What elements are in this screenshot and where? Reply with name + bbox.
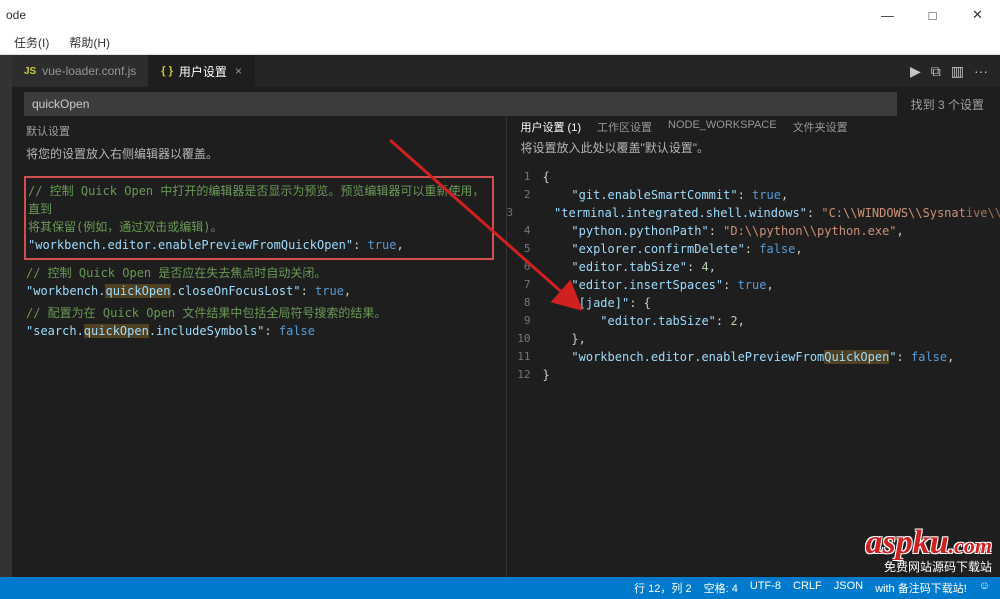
status-extra: with 备注码下载站! xyxy=(875,580,967,596)
user-settings-pane: 用户设置 (1) 工作区设置 NODE_WORKSPACE 文件夹设置 将设置放… xyxy=(507,117,1000,577)
status-language[interactable]: JSON xyxy=(834,580,863,596)
pane-title: 默认设置 xyxy=(12,117,506,145)
line-content: "[jade]": { xyxy=(543,294,1000,312)
tab-close-icon[interactable]: × xyxy=(235,64,242,78)
line-content: "explorer.confirmDelete": false, xyxy=(543,240,1000,258)
settings-search-input[interactable] xyxy=(24,92,897,116)
split-editor-icon[interactable]: ⧉ xyxy=(931,63,941,80)
line-content: "editor.tabSize": 2, xyxy=(543,312,1000,330)
maximize-button[interactable]: □ xyxy=(910,0,955,30)
line-number: 10 xyxy=(507,330,543,348)
tab-folder-scope[interactable]: 文件夹设置 xyxy=(793,119,848,135)
tab-vue-loader[interactable]: JS vue-loader.conf.js xyxy=(12,55,149,87)
code-line: 9 "editor.tabSize": 2, xyxy=(507,312,1000,330)
status-eol[interactable]: CRLF xyxy=(793,580,822,596)
line-number: 1 xyxy=(507,168,543,186)
minimap[interactable] xyxy=(964,117,1000,577)
more-actions-icon[interactable]: ··· xyxy=(974,63,988,79)
code-line: 6 "editor.tabSize": 4, xyxy=(507,258,1000,276)
line-content: "git.enableSmartCommit": true, xyxy=(543,186,1000,204)
code-line: 12} xyxy=(507,366,1000,384)
tab-user-scope[interactable]: 用户设置 (1) xyxy=(521,119,582,135)
line-content: } xyxy=(543,366,1000,384)
settings-search-bar: 找到 3 个设置 xyxy=(12,87,1000,117)
status-feedback-icon[interactable]: ☺ xyxy=(979,580,990,596)
code-line: 10 }, xyxy=(507,330,1000,348)
user-settings-editor[interactable]: 1{2 "git.enableSmartCommit": true,3 "ter… xyxy=(507,164,1000,577)
code-line: 5 "explorer.confirmDelete": false, xyxy=(507,240,1000,258)
code-line: 3 "terminal.integrated.shell.windows": "… xyxy=(507,204,1000,222)
status-encoding[interactable]: UTF-8 xyxy=(750,580,781,596)
comment-line: // 配置为在 Quick Open 文件结果中包括全局符号搜索的结果。 xyxy=(26,304,492,322)
default-settings-pane: 默认设置 将您的设置放入右侧编辑器以覆盖。 // 控制 Quick Open 中… xyxy=(12,117,507,577)
setting-block: // 配置为在 Quick Open 文件结果中包括全局符号搜索的结果。 "se… xyxy=(12,302,506,342)
code-line: 2 "git.enableSmartCommit": true, xyxy=(507,186,1000,204)
line-content: "terminal.integrated.shell.windows": "C:… xyxy=(525,204,1000,222)
layout-icon[interactable]: ▥ xyxy=(951,63,964,80)
line-number: 2 xyxy=(507,186,543,204)
editor-tabs-bar: JS vue-loader.conf.js { } 用户设置 × ▶ ⧉ ▥ ·… xyxy=(12,55,1000,87)
tabs-left: JS vue-loader.conf.js { } 用户设置 × xyxy=(12,55,255,87)
js-file-icon: JS xyxy=(24,66,36,77)
code-line: 11 "workbench.editor.enablePreviewFromQu… xyxy=(507,348,1000,366)
setting-line: "workbench.quickOpen.closeOnFocusLost": … xyxy=(26,282,492,300)
line-number: 7 xyxy=(507,276,543,294)
line-number: 12 xyxy=(507,366,543,384)
json-file-icon: { } xyxy=(161,65,173,77)
content-area: JS vue-loader.conf.js { } 用户设置 × ▶ ⧉ ▥ ·… xyxy=(0,55,1000,577)
line-content: "workbench.editor.enablePreviewFromQuick… xyxy=(543,348,1000,366)
comment-line: // 控制 Quick Open 中打开的编辑器是否显示为预览。预览编辑器可以重… xyxy=(28,182,490,218)
minimize-button[interactable]: — xyxy=(865,0,910,30)
line-content: "editor.insertSpaces": true, xyxy=(543,276,1000,294)
window-title: ode xyxy=(0,8,26,22)
status-line-col[interactable]: 行 12，列 2 xyxy=(634,580,691,596)
tab-label: vue-loader.conf.js xyxy=(42,64,136,78)
line-number: 8 xyxy=(507,294,543,312)
line-content: "editor.tabSize": 4, xyxy=(543,258,1000,276)
line-number: 3 xyxy=(507,204,526,222)
line-content: { xyxy=(543,168,1000,186)
line-number: 5 xyxy=(507,240,543,258)
statusbar: 行 12，列 2 空格: 4 UTF-8 CRLF JSON with 备注码下… xyxy=(0,577,1000,599)
comment-line: 将其保留(例如，通过双击或编辑)。 xyxy=(28,218,490,236)
line-number: 9 xyxy=(507,312,543,330)
window-controls: — □ ✕ xyxy=(865,0,1000,30)
statusbar-right: 行 12，列 2 空格: 4 UTF-8 CRLF JSON with 备注码下… xyxy=(634,580,990,596)
code-line: 1{ xyxy=(507,168,1000,186)
line-number: 6 xyxy=(507,258,543,276)
code-line: 8 "[jade]": { xyxy=(507,294,1000,312)
line-content: "python.pythonPath": "D:\\python\\python… xyxy=(543,222,1000,240)
menu-tasks[interactable]: 任务(I) xyxy=(10,32,53,53)
code-line: 7 "editor.insertSpaces": true, xyxy=(507,276,1000,294)
pane-subtitle: 将设置放入此处以覆盖"默认设置"。 xyxy=(507,139,1000,164)
close-button[interactable]: ✕ xyxy=(955,0,1000,30)
line-content: }, xyxy=(543,330,1000,348)
status-indent[interactable]: 空格: 4 xyxy=(704,580,738,596)
main-area: JS vue-loader.conf.js { } 用户设置 × ▶ ⧉ ▥ ·… xyxy=(12,55,1000,577)
code-line: 4 "python.pythonPath": "D:\\python\\pyth… xyxy=(507,222,1000,240)
activity-bar[interactable] xyxy=(0,55,12,577)
tab-actions: ▶ ⧉ ▥ ··· xyxy=(910,55,1000,87)
setting-line: "search.quickOpen.includeSymbols": false xyxy=(26,322,492,340)
highlighted-setting-block: // 控制 Quick Open 中打开的编辑器是否显示为预览。预览编辑器可以重… xyxy=(24,176,494,260)
menu-help[interactable]: 帮助(H) xyxy=(65,32,114,53)
tab-label: 用户设置 xyxy=(179,63,227,80)
setting-line: "workbench.editor.enablePreviewFromQuick… xyxy=(28,236,490,254)
tab-node-workspace[interactable]: NODE_WORKSPACE xyxy=(668,119,777,135)
window-titlebar: ode — □ ✕ xyxy=(0,0,1000,30)
menubar: 任务(I) 帮助(H) xyxy=(0,30,1000,55)
line-number: 11 xyxy=(507,348,543,366)
tab-user-settings[interactable]: { } 用户设置 × xyxy=(149,55,255,87)
pane-subtitle: 将您的设置放入右侧编辑器以覆盖。 xyxy=(12,145,506,170)
setting-block: // 控制 Quick Open 是否应在失去焦点时自动关闭。 "workben… xyxy=(12,262,506,302)
comment-line: // 控制 Quick Open 是否应在失去焦点时自动关闭。 xyxy=(26,264,492,282)
split-view: 默认设置 将您的设置放入右侧编辑器以覆盖。 // 控制 Quick Open 中… xyxy=(12,117,1000,577)
settings-scope-tabs: 用户设置 (1) 工作区设置 NODE_WORKSPACE 文件夹设置 xyxy=(507,117,1000,139)
search-result-count: 找到 3 个设置 xyxy=(907,96,988,113)
line-number: 4 xyxy=(507,222,543,240)
tab-workspace-scope[interactable]: 工作区设置 xyxy=(597,119,652,135)
default-settings-editor[interactable]: // 控制 Quick Open 中打开的编辑器是否显示为预览。预览编辑器可以重… xyxy=(12,170,506,577)
run-icon[interactable]: ▶ xyxy=(910,63,921,80)
